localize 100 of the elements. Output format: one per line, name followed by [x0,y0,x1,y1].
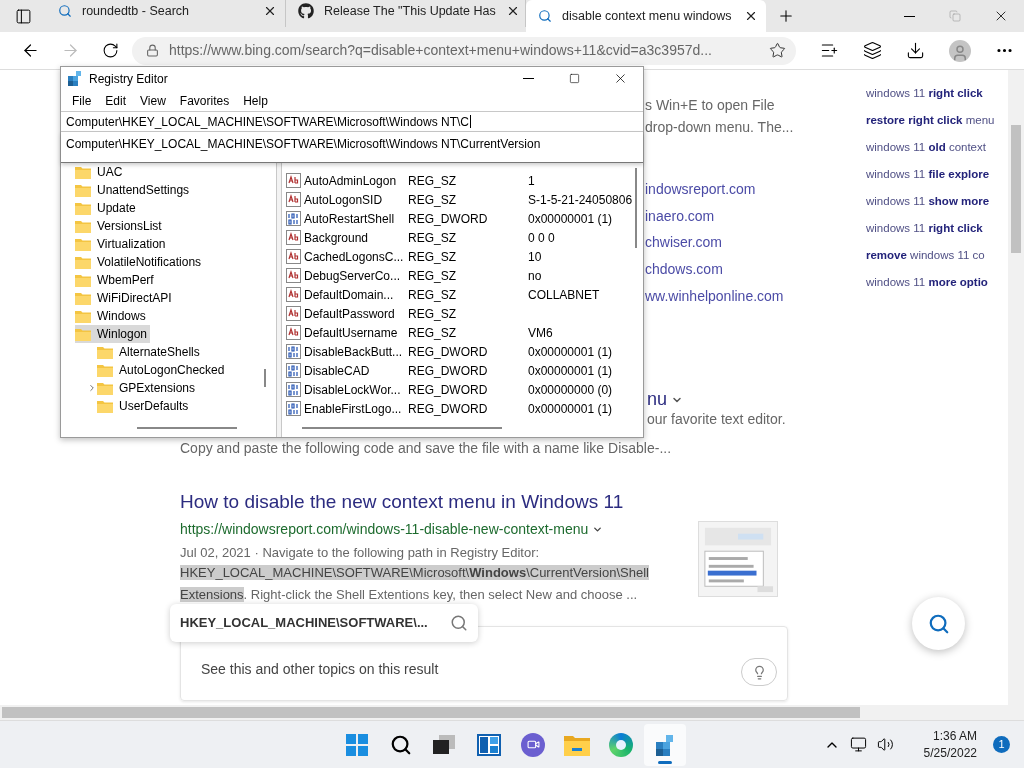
close-icon[interactable] [744,9,758,23]
result-title[interactable]: How to disable the new context menu in Windows 11 [180,488,800,517]
tree-item[interactable]: UAC [75,163,126,181]
tree-item[interactable]: WbemPerf [75,271,157,289]
floating-search-bar[interactable]: HKEY_LOCAL_MACHINE\SOFTWARE\... [170,604,478,642]
tree-item[interactable]: AlternateShells [97,343,203,361]
value-name: Background [304,229,370,247]
value-row[interactable]: DisableCAD REG_DWORD 0x00000001 (1) [282,361,643,380]
scrollbar-thumb[interactable] [1011,125,1021,253]
profile-icon[interactable] [949,39,971,62]
value-row[interactable]: CachedLogonsC... REG_SZ 10 [282,247,643,266]
close-icon[interactable] [263,4,277,18]
value-row[interactable]: DebugServerCo... REG_SZ no [282,266,643,285]
value-data: 0x00000000 (0) [528,381,613,399]
related-search-link[interactable]: windows 11 show more [866,188,990,215]
browser-tab[interactable]: disable context menu windows [526,0,766,32]
binary-value-icon [286,344,301,359]
value-row[interactable]: AutoLogonSID REG_SZ S-1-5-21-24050806 [282,190,643,209]
value-data: 0x00000001 (1) [528,362,613,380]
tree-item[interactable]: Winlogon [75,325,151,343]
tree-item[interactable]: GPExtensions [97,379,199,397]
add-favorite-icon[interactable] [769,42,786,59]
tree-item[interactable]: WiFiDirectAPI [75,289,175,307]
value-type: REG_SZ [408,305,457,323]
value-data: no [528,267,542,285]
tree-item[interactable]: Update [75,199,139,217]
menu-item[interactable]: Favorites [174,90,235,111]
value-row[interactable]: Background REG_SZ 0 0 0 [282,228,643,247]
binary-value-icon [286,401,301,416]
tree-item[interactable]: AutoLogonChecked [97,361,228,379]
string-value-icon [286,173,301,188]
related-search-link[interactable]: remove windows 11 co [866,242,985,269]
tree-item[interactable]: UserDefaults [97,397,192,415]
tree-item[interactable]: UnattendSettings [75,181,193,199]
tree-item[interactable]: VolatileNotifications [75,253,205,271]
string-value-icon [286,230,301,245]
scrollbar-thumb[interactable] [635,168,637,248]
notification-badge[interactable]: 1 [993,736,1010,753]
related-search-link[interactable]: windows 11 right click [866,80,983,107]
value-data: 0x00000001 (1) [528,343,613,361]
site-link[interactable]: chdows.com [645,256,784,283]
network-icon[interactable] [849,736,867,753]
site-link[interactable]: inaero.com [645,202,784,230]
folder-icon [97,381,113,395]
vertical-scrollbar[interactable] [1008,70,1024,705]
folder-icon [75,273,91,287]
related-search-link[interactable]: windows 11 more optio [866,269,988,296]
favorites-icon[interactable] [820,41,839,60]
cubes-icon [67,70,83,87]
value-row[interactable]: DisableLockWor... REG_DWORD 0x00000000 (0) [282,380,643,399]
address-field[interactable]: Computer\HKEY_LOCAL_MACHINE\SOFTWARE\Microsoft\Windows NT\C [61,111,643,132]
scrollbar-thumb[interactable] [137,427,237,429]
browser-tab[interactable]: roundedtb - Search [46,0,286,27]
download-icon[interactable] [906,41,925,60]
address-bar[interactable]: https://www.bing.com/search?q=disable+context+menu+windows+11&cvid=a3c3957d... [132,36,796,65]
expand-icon[interactable] [87,383,97,393]
collections-icon[interactable] [863,41,882,60]
folder-icon [75,291,91,305]
binary-value-icon [286,211,301,226]
related-search-link[interactable]: restore right click menu [866,107,995,134]
plus-icon [777,7,795,25]
site-link[interactable]: indowsreport.com [645,176,784,203]
related-search-link[interactable]: windows 11 file explore [866,161,990,188]
windows-logo-icon [346,733,368,756]
site-link[interactable]: ww.winhelponline.com [645,282,784,310]
horizontal-scrollbar[interactable] [0,705,1024,720]
value-row[interactable]: AutoRestartShell REG_DWORD 0x00000001 (1) [282,209,643,228]
value-type: REG_DWORD [408,343,489,361]
tree-item[interactable]: Virtualization [75,235,169,253]
minimize-icon [903,15,915,17]
search-icon [58,4,72,18]
tree-item[interactable]: Windows [75,307,149,325]
result-url: https://windowsreport.com/windows-11-disable-new-context-menu [180,519,589,539]
taskbar-button[interactable] [644,723,686,766]
tree-item[interactable]: VersionsList [75,217,165,235]
value-row[interactable]: DefaultDomain... REG_SZ COLLABNET [282,285,643,304]
suggestion-dropdown[interactable]: Computer\HKEY_LOCAL_MACHINE\SOFTWARE\Microsoft\Windows NT\CurrentVersion [61,132,643,163]
value-name: EnableFirstLogo... [304,400,403,418]
value-row[interactable]: DefaultPassword REG_SZ [282,304,643,323]
menu-item[interactable]: Help [238,90,273,111]
site-link[interactable]: chwiser.com [645,229,784,257]
menu-item[interactable]: Edit [100,90,132,111]
value-row[interactable]: DisableBackButt... REG_DWORD 0x00000001 (1) [282,342,643,361]
scrollbar-thumb[interactable] [264,369,266,387]
snippet-text: drop-down menu. The... [645,118,794,137]
search-icon[interactable] [450,614,468,632]
menu-item[interactable]: File [67,90,97,111]
value-row[interactable]: EnableFirstLogo... REG_DWORD 0x00000001 (1) [282,399,643,418]
scrollbar-thumb[interactable] [302,427,502,429]
related-search-link[interactable]: windows 11 old context [866,134,986,161]
value-row[interactable]: AutoAdminLogon REG_SZ 1 [282,171,643,190]
volume-icon[interactable] [876,736,894,753]
string-value-icon [286,325,301,340]
clock-date: 5/25/2022 [923,744,977,762]
tab-title: disable context menu windows [562,7,733,25]
scrollbar-thumb[interactable] [2,707,860,718]
search-button[interactable] [912,597,965,650]
value-row[interactable]: DefaultUsername REG_SZ VM6 [282,323,643,342]
related-search-link[interactable]: windows 11 right click [866,215,983,242]
menu-item[interactable]: View [135,90,171,111]
